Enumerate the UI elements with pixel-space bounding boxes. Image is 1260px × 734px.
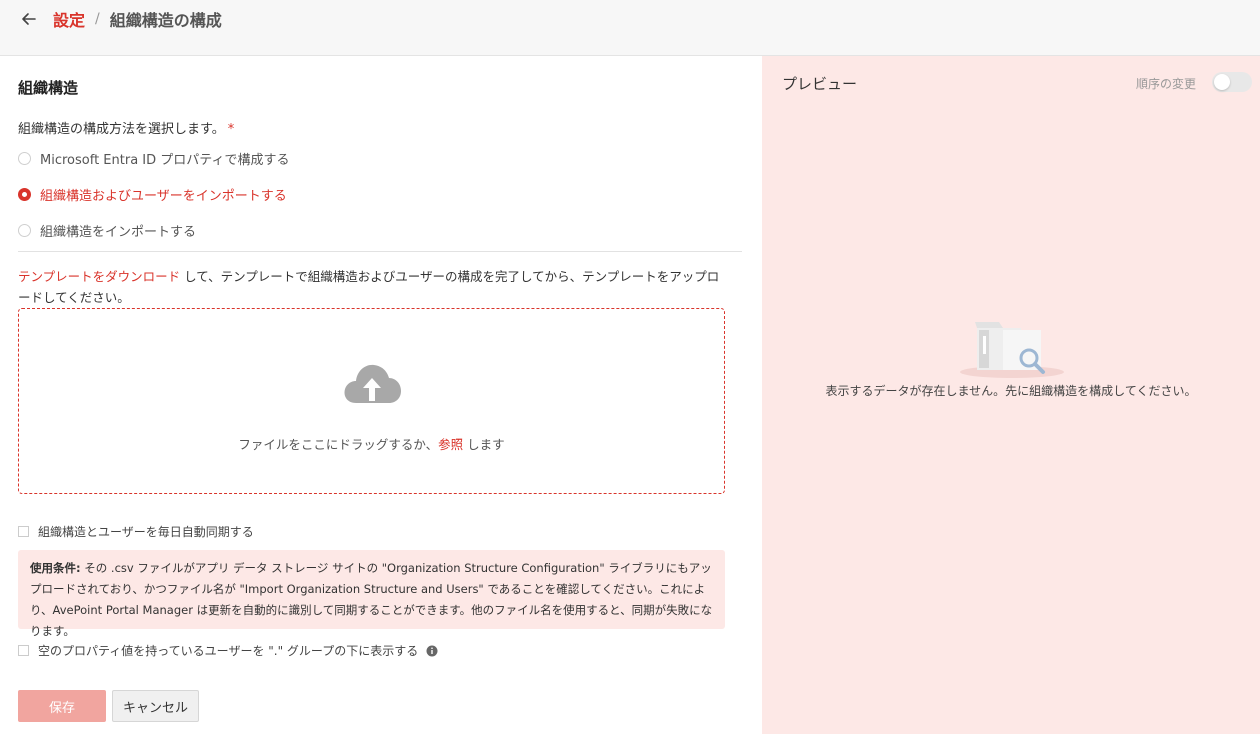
notice-body: その .csv ファイルがアプリ データ ストレージ サイトの "Organiz… xyxy=(30,561,713,638)
empty-property-checkbox[interactable] xyxy=(18,645,29,656)
toggle-knob xyxy=(1214,74,1230,90)
method-label: 組織構造の構成方法を選択します。 * xyxy=(18,118,234,137)
cancel-button[interactable]: キャンセル xyxy=(112,690,199,722)
breadcrumb-settings[interactable]: 設定 xyxy=(53,7,85,31)
order-change-toggle[interactable] xyxy=(1212,72,1252,92)
config-panel: 組織構造 組織構造の構成方法を選択します。 * Microsoft Entra I… xyxy=(0,56,762,734)
auto-sync-option[interactable]: 組織構造とユーザーを毎日自動同期する xyxy=(18,523,254,540)
back-arrow-icon[interactable] xyxy=(19,9,39,29)
radio-label: 組織構造およびユーザーをインポートする xyxy=(40,189,287,204)
page-title: 組織構造の構成 xyxy=(109,11,222,30)
dropzone-text-before: ファイルをここにドラッグするか、 xyxy=(238,437,439,452)
order-change-label: 順序の変更 xyxy=(1136,77,1197,91)
empty-message: 表示するデータが存在しません。先に組織構造を構成してください。 xyxy=(825,384,1197,398)
auto-sync-label: 組織構造とユーザーを毎日自動同期する xyxy=(38,525,254,539)
cloud-upload-icon xyxy=(344,364,401,403)
empty-property-label: 空のプロパティ値を持っているユーザーを "." グループの下に表示する xyxy=(38,644,419,658)
breadcrumb-separator: / xyxy=(95,11,100,27)
radio-entra-id[interactable]: Microsoft Entra ID プロパティで構成する xyxy=(18,149,289,168)
dropzone-text: ファイルをここにドラッグするか、参照 します xyxy=(19,434,724,453)
template-instruction: テンプレートをダウンロード して、テンプレートで組織構造およびユーザーの構成を完… xyxy=(18,266,728,308)
auto-sync-checkbox[interactable] xyxy=(18,526,29,537)
radio-button[interactable] xyxy=(18,224,31,237)
empty-property-option[interactable]: 空のプロパティ値を持っているユーザーを "." グループの下に表示する xyxy=(18,642,438,659)
notice-title: 使用条件: xyxy=(30,561,81,575)
divider xyxy=(18,251,742,252)
radio-import-structure[interactable]: 組織構造をインポートする xyxy=(18,221,196,240)
section-title: 組織構造 xyxy=(18,79,79,97)
download-template-link[interactable]: テンプレートをダウンロード xyxy=(18,269,180,284)
required-mark: * xyxy=(227,122,235,137)
top-bar: 設定 / 組織構造の構成 xyxy=(0,0,1260,56)
save-button[interactable]: 保存 xyxy=(18,690,106,722)
radio-label: Microsoft Entra ID プロパティで構成する xyxy=(40,153,290,168)
breadcrumb: 設定 / 組織構造の構成 xyxy=(53,8,222,30)
browse-link[interactable]: 参照 xyxy=(438,437,463,452)
dropzone-text-after: します xyxy=(463,437,505,452)
empty-data-icon xyxy=(960,322,1064,378)
radio-import-structure-users[interactable]: 組織構造およびユーザーをインポートする xyxy=(18,185,287,204)
info-icon[interactable] xyxy=(426,645,438,657)
radio-button-selected[interactable] xyxy=(18,188,31,201)
preview-panel: プレビュー 順序の変更 表示するデータが存在しません。先に組織構造を構成してくだ… xyxy=(762,56,1260,734)
radio-label: 組織構造をインポートする xyxy=(40,225,197,240)
file-dropzone[interactable]: ファイルをここにドラッグするか、参照 します xyxy=(18,308,725,494)
preview-title: プレビュー xyxy=(782,75,858,93)
usage-notice: 使用条件: その .csv ファイルがアプリ データ ストレージ サイトの "O… xyxy=(18,550,725,638)
radio-button[interactable] xyxy=(18,152,31,165)
method-label-text: 組織構造の構成方法を選択します。 xyxy=(18,122,225,137)
